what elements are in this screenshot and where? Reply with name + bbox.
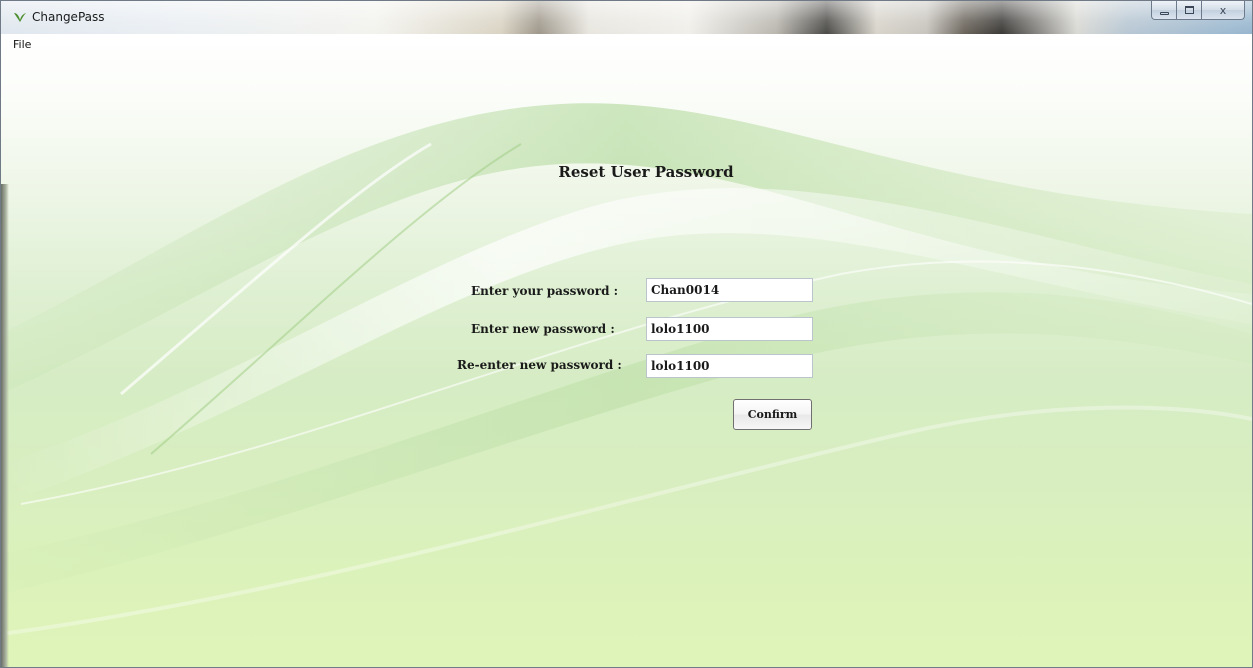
maximize-button[interactable] (1177, 1, 1202, 20)
window-title: ChangePass (32, 10, 105, 24)
confirm-password-label: Re-enter new password : (457, 358, 622, 372)
confirm-password-field[interactable] (646, 354, 813, 378)
window-controls: x (1151, 1, 1245, 20)
menu-bar: File (1, 34, 1252, 54)
close-icon: x (1219, 3, 1227, 17)
new-password-field[interactable] (646, 317, 813, 341)
confirm-button[interactable]: Confirm (733, 399, 812, 430)
app-window: ChangePass x File Reset User Password En… (0, 0, 1253, 668)
leaf-icon (14, 13, 26, 22)
title-bar[interactable]: ChangePass x (1, 1, 1252, 34)
current-password-label: Enter your password : (471, 284, 619, 298)
minimize-button[interactable] (1151, 1, 1177, 20)
new-password-label: Enter new password : (471, 322, 615, 336)
maximize-icon (1184, 6, 1194, 14)
close-button[interactable]: x (1202, 1, 1245, 20)
current-password-field[interactable] (646, 278, 813, 302)
menu-file[interactable]: File (12, 38, 32, 51)
content-area (1, 34, 1252, 667)
background-swirls (1, 103, 1252, 636)
page-title: Reset User Password (558, 163, 734, 181)
window-edge-shadow (1, 184, 9, 667)
minimize-icon (1159, 11, 1169, 15)
